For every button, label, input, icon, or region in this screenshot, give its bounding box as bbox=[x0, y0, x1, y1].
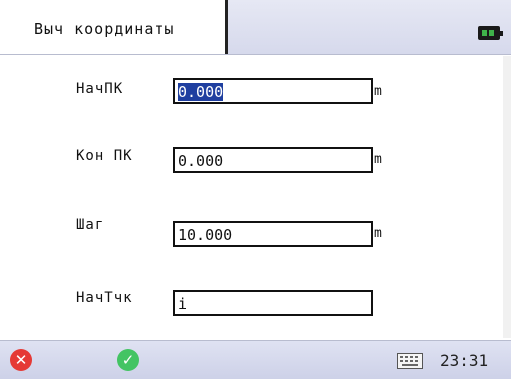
scrollbar[interactable] bbox=[503, 56, 511, 338]
start-station-unit: m bbox=[374, 84, 382, 99]
battery-level-bar bbox=[482, 30, 487, 36]
end-station-value: 0.000 bbox=[178, 152, 224, 170]
start-station-label: НачПК bbox=[76, 81, 124, 97]
title-bar: Выч координаты bbox=[0, 0, 511, 55]
bottom-bar: ✕ ✓ 23:31 bbox=[0, 340, 511, 379]
start-station-value: 0.000 bbox=[178, 83, 224, 101]
end-station-unit: m bbox=[374, 152, 382, 167]
battery-icon bbox=[478, 26, 503, 40]
step-unit: m bbox=[374, 226, 382, 241]
step-value: 10.000 bbox=[178, 226, 233, 244]
start-point-value: i bbox=[178, 295, 188, 313]
end-station-label: Кон ПК bbox=[76, 148, 133, 164]
title-tab[interactable]: Выч координаты bbox=[0, 0, 228, 54]
end-station-input[interactable]: 0.000 bbox=[173, 147, 373, 173]
battery-level-bar bbox=[489, 30, 494, 36]
clock: 23:31 bbox=[440, 351, 489, 370]
start-point-input[interactable]: i bbox=[173, 290, 373, 316]
check-icon[interactable]: ✓ bbox=[117, 349, 139, 371]
step-label: Шаг bbox=[76, 217, 105, 233]
start-station-input[interactable]: 0.000 bbox=[173, 78, 373, 104]
start-point-label: НачТчк bbox=[76, 290, 133, 306]
keyboard-icon[interactable] bbox=[397, 353, 423, 369]
page-title: Выч координаты bbox=[34, 20, 175, 38]
close-icon[interactable]: ✕ bbox=[10, 349, 32, 371]
step-input[interactable]: 10.000 bbox=[173, 221, 373, 247]
